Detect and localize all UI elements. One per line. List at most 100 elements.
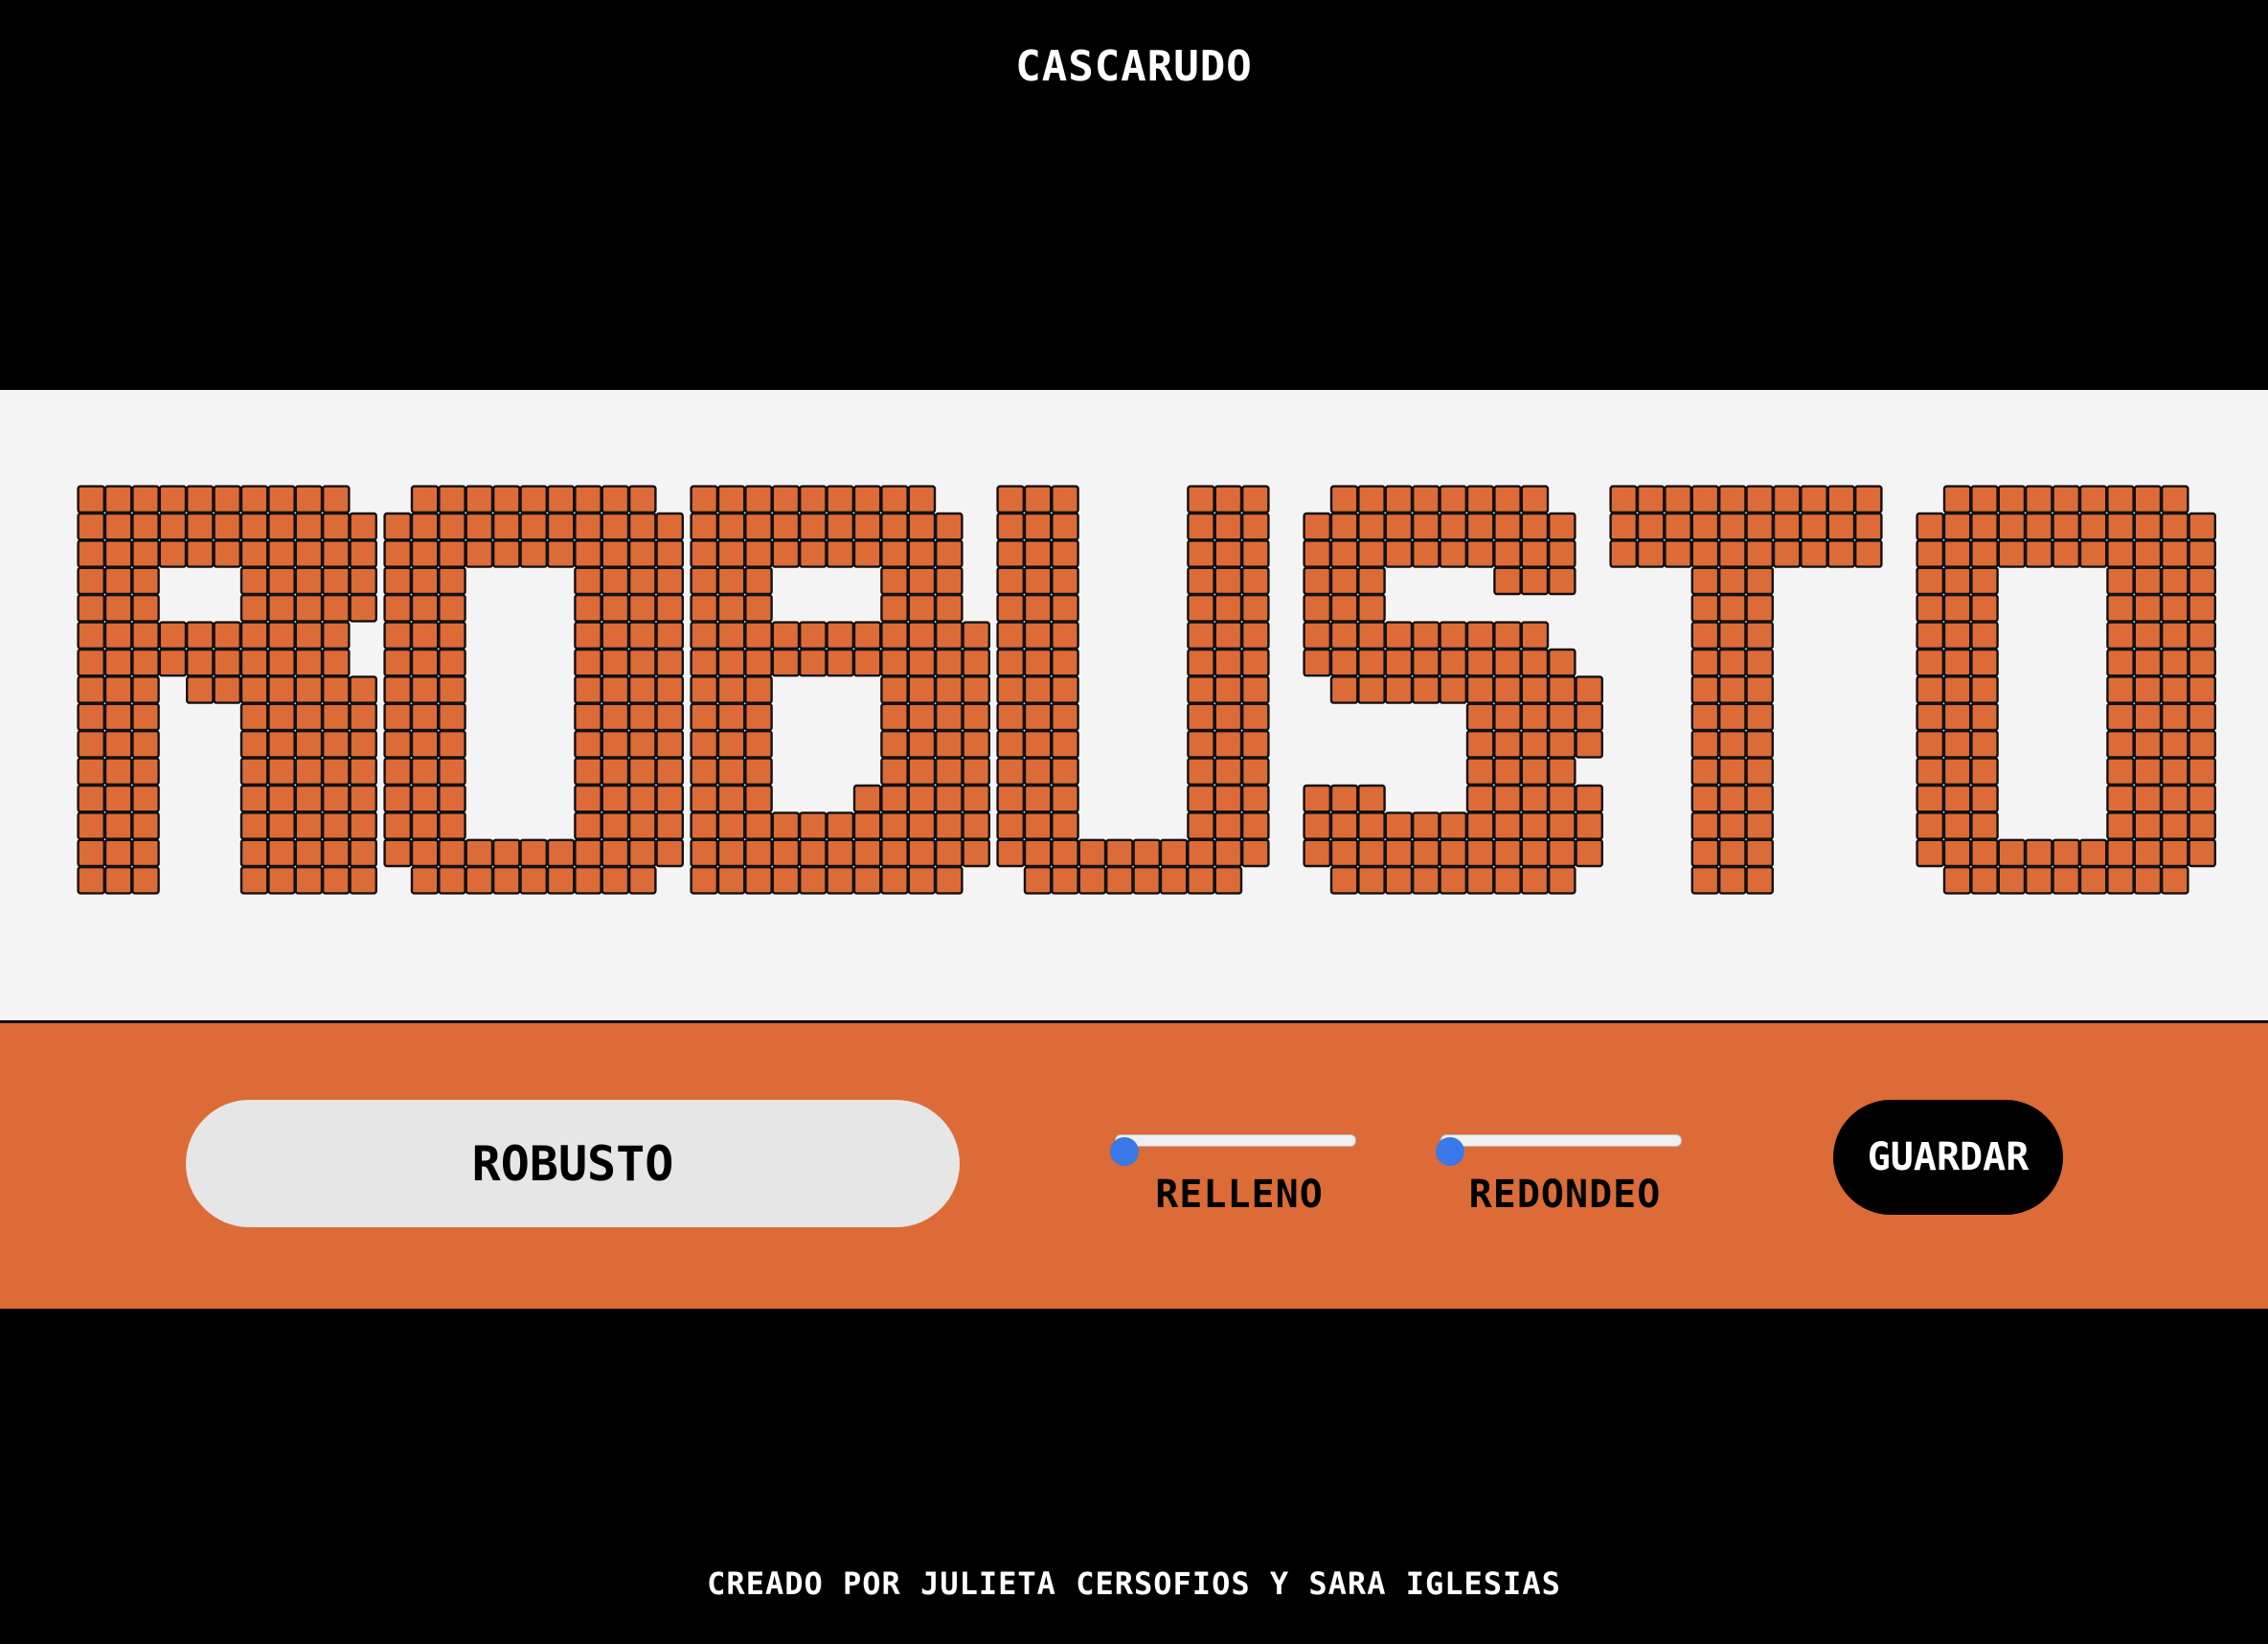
pixel-cell bbox=[1717, 866, 1747, 895]
redondeo-slider-thumb[interactable] bbox=[1436, 1137, 1464, 1166]
pixel-cell bbox=[1609, 539, 1638, 568]
pixel-cell bbox=[239, 866, 269, 895]
pixel-cell bbox=[1664, 539, 1692, 568]
pixel-cell bbox=[131, 702, 160, 732]
pixel-cell bbox=[410, 512, 440, 541]
pixel-cell bbox=[2160, 866, 2189, 895]
pixel-cell bbox=[1051, 675, 1079, 704]
pixel-cell bbox=[1465, 512, 1495, 541]
pixel-cell bbox=[1745, 648, 1774, 677]
pixel-cell bbox=[574, 838, 602, 868]
pixel-cell bbox=[77, 593, 105, 623]
pixel-cell bbox=[2188, 730, 2217, 759]
pixel-cell bbox=[690, 566, 718, 596]
pixel-cell bbox=[1329, 485, 1359, 514]
pixel-cell bbox=[1916, 648, 1944, 677]
app-title: CASCARUDO bbox=[1015, 42, 1253, 91]
pixel-cell bbox=[996, 730, 1025, 759]
pixel-cell bbox=[1187, 566, 1215, 596]
relleno-slider-thumb[interactable] bbox=[1110, 1137, 1139, 1166]
glyph-u bbox=[996, 485, 1270, 895]
pixel-cell bbox=[1240, 648, 1270, 677]
pixel-cell bbox=[131, 566, 160, 596]
pixel-cell bbox=[962, 675, 990, 704]
pixel-cell bbox=[383, 838, 413, 868]
pixel-cell bbox=[1690, 866, 1720, 895]
pixel-cell bbox=[2106, 593, 2135, 623]
pixel-cell bbox=[1520, 539, 1550, 568]
pixel-cell bbox=[744, 784, 773, 813]
pixel-cell bbox=[1745, 866, 1774, 895]
pixel-cell bbox=[601, 838, 630, 868]
pixel-cell bbox=[1303, 811, 1331, 840]
pixel-cell bbox=[1303, 512, 1331, 541]
pixel-cell bbox=[1051, 784, 1079, 813]
pixel-cell bbox=[907, 702, 937, 732]
pixel-cell bbox=[826, 811, 854, 840]
pixel-cell bbox=[1520, 730, 1550, 759]
pixel-cell bbox=[1187, 512, 1215, 541]
pixel-cell bbox=[744, 512, 773, 541]
pixel-cell bbox=[1609, 485, 1638, 514]
pixel-cell bbox=[935, 621, 964, 651]
pixel-cell bbox=[601, 702, 630, 732]
pixel-cell bbox=[1547, 675, 1576, 704]
pixel-cell bbox=[131, 485, 160, 514]
pixel-cell bbox=[1439, 512, 1467, 541]
pixel-cell bbox=[1690, 757, 1720, 787]
pixel-cell bbox=[744, 648, 773, 677]
pixel-cell bbox=[880, 485, 909, 514]
pixel-cell bbox=[1187, 730, 1215, 759]
pixel-cell bbox=[601, 648, 630, 677]
pixel-cell bbox=[2188, 838, 2217, 868]
pixel-cell bbox=[655, 675, 684, 704]
pixel-cell bbox=[410, 784, 440, 813]
pixel-cell bbox=[2160, 485, 2189, 514]
pixel-cell bbox=[1717, 593, 1747, 623]
pixel-cell bbox=[1213, 485, 1243, 514]
relleno-slider[interactable] bbox=[1110, 1134, 1356, 1166]
pixel-cell bbox=[1051, 838, 1079, 868]
pixel-cell bbox=[2106, 675, 2135, 704]
pixel-cell bbox=[267, 648, 296, 677]
pixel-cell bbox=[2188, 784, 2217, 813]
pixel-cell bbox=[1717, 757, 1747, 787]
pixel-cell bbox=[1187, 675, 1215, 704]
pixel-cell bbox=[907, 757, 937, 787]
pixel-cell bbox=[1745, 811, 1774, 840]
pixel-cell bbox=[716, 702, 746, 732]
redondeo-slider[interactable] bbox=[1436, 1134, 1682, 1166]
pixel-cell bbox=[77, 648, 105, 677]
pixel-cell bbox=[267, 784, 296, 813]
pixel-cell bbox=[996, 593, 1025, 623]
pixel-cell bbox=[826, 648, 854, 677]
save-button[interactable]: GUARDAR bbox=[1833, 1100, 2063, 1215]
pixel-cell bbox=[744, 811, 773, 840]
pixel-cell bbox=[1717, 648, 1747, 677]
pixel-cell bbox=[880, 838, 909, 868]
pixel-cell bbox=[1916, 730, 1944, 759]
pixel-cell bbox=[239, 593, 269, 623]
pixel-cell bbox=[655, 566, 684, 596]
text-input[interactable] bbox=[186, 1100, 960, 1227]
pixel-cell bbox=[1187, 838, 1215, 868]
pixel-cell bbox=[628, 838, 657, 868]
pixel-cell bbox=[880, 512, 909, 541]
pixel-cell bbox=[2160, 621, 2189, 651]
pixel-cell bbox=[799, 539, 828, 568]
pixel-cell bbox=[2188, 757, 2217, 787]
pixel-cell bbox=[2133, 593, 2163, 623]
pixel-cell bbox=[1609, 512, 1638, 541]
pixel-cell bbox=[131, 512, 160, 541]
pixel-cell bbox=[492, 539, 521, 568]
pixel-cell bbox=[601, 485, 630, 514]
pixel-cell bbox=[383, 702, 413, 732]
pixel-cell bbox=[1690, 593, 1720, 623]
pixel-cell bbox=[1942, 593, 1972, 623]
pixel-cell bbox=[1942, 757, 1972, 787]
pixel-cell bbox=[716, 621, 746, 651]
pixel-cell bbox=[1329, 566, 1359, 596]
pixel-cell bbox=[1465, 485, 1495, 514]
pixel-cell bbox=[267, 675, 296, 704]
pixel-cell bbox=[962, 702, 990, 732]
